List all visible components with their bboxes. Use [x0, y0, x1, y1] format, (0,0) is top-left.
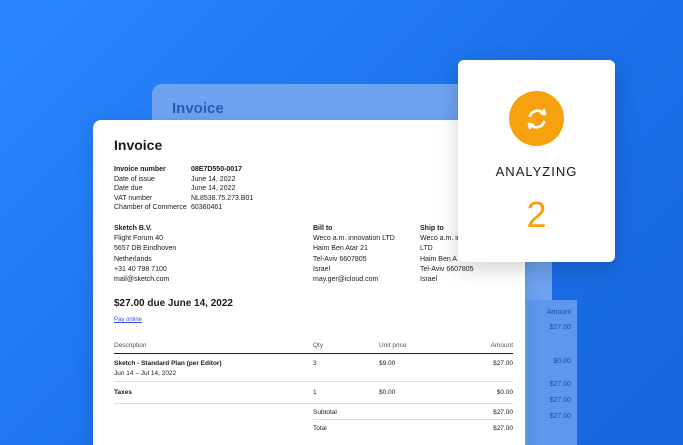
- meta-key: Date of issue: [114, 175, 155, 183]
- address-line: mail@sketch.com: [114, 276, 170, 284]
- meta-value: June 14, 2022: [191, 185, 236, 193]
- subtotal-label: Subtotal: [313, 409, 337, 416]
- analyzing-count: 2: [526, 194, 547, 235]
- item-amount: $0.00: [496, 389, 513, 396]
- meta-key: Chamber of Commerce: [114, 204, 187, 212]
- address-line: Tel-Aviv 6607805: [313, 255, 367, 263]
- refresh-icon: [509, 91, 564, 146]
- analyzing-card: ANALYZING 2: [458, 60, 615, 262]
- seller-address: Sketch B.V. Flight Forum 40 5657 DB Eind…: [114, 224, 176, 285]
- background-amount-column: Amount $27.00 $0.00 $27.00 $27.00 $27.00: [527, 300, 577, 445]
- pay-online-link[interactable]: Pay online: [114, 317, 142, 323]
- column-header: Qty: [313, 342, 324, 349]
- address-line: +31 40 798 7100: [114, 265, 167, 273]
- total-value: $27.00: [493, 425, 513, 432]
- item-period: Jun 14 – Jul 14, 2022: [114, 370, 177, 377]
- total-row: Total $27.00: [313, 420, 513, 436]
- meta-key: VAT number: [114, 194, 153, 202]
- meta-key: Date due: [114, 185, 143, 193]
- address-line: Haim Ben Atar 21: [313, 245, 368, 253]
- column-header: Unit price: [379, 342, 407, 349]
- subtotal-row: Subtotal $27.00: [313, 404, 513, 420]
- background-amount: $27.00: [549, 324, 571, 331]
- total-label: Total: [313, 425, 327, 432]
- address-line: 5657 DB Eindhoven: [114, 245, 177, 253]
- amount-due-heading: $27.00 due June 14, 2022: [114, 298, 233, 309]
- item-unit-price: $0.00: [379, 389, 396, 396]
- item-qty: 1: [313, 389, 317, 396]
- background-amount: $27.00: [549, 397, 571, 404]
- address-line: may.ger@icloud.com: [313, 276, 379, 284]
- analyzing-label: ANALYZING: [495, 164, 578, 179]
- address-line: Tel-Aviv 6607805: [420, 265, 474, 273]
- address-line: Flight Forum 40: [114, 235, 164, 243]
- item-amount: $27.00: [493, 360, 513, 367]
- address-line: Israel: [313, 265, 331, 273]
- column-header: Description: [114, 342, 147, 349]
- table-row: Sketch - Standard Plan (per Editor) Jun …: [114, 354, 513, 382]
- item-description: Sketch - Standard Plan (per Editor): [114, 360, 222, 367]
- table-header-row: Description Qty Unit price Amount: [114, 342, 513, 354]
- background-amount: $27.00: [549, 381, 571, 388]
- address-line: Weco a.m. innovation LTD: [313, 235, 395, 243]
- invoice-title: Invoice: [114, 137, 163, 153]
- bill-to-address: Bill to Weco a.m. innovation LTD Haim Be…: [313, 224, 395, 285]
- background-invoice-title: Invoice: [172, 100, 224, 117]
- seller-name: Sketch B.V.: [114, 225, 152, 232]
- column-header: Amount: [490, 342, 513, 349]
- meta-value: NL8538.75.273.B01: [191, 194, 254, 202]
- table-row: Taxes 1 $0.00 $0.00: [114, 382, 513, 404]
- meta-value: 08E7D550-0017: [191, 166, 242, 173]
- background-amount: $0.00: [553, 358, 571, 365]
- background-amount: $27.00: [549, 413, 571, 420]
- item-unit-price: $9.00: [379, 360, 396, 367]
- invoice-meta: Invoice number 08E7D550-0017 Date of issu…: [114, 165, 253, 213]
- line-items-table: Description Qty Unit price Amount Sketch…: [114, 342, 513, 436]
- background-amount-header: Amount: [546, 309, 571, 316]
- meta-value: June 14, 2022: [191, 175, 236, 183]
- item-description: Taxes: [114, 389, 132, 396]
- meta-value: 60360461: [191, 204, 223, 212]
- meta-key: Invoice number: [114, 166, 166, 173]
- address-line: Netherlands: [114, 255, 152, 263]
- bill-to-heading: Bill to: [313, 225, 333, 232]
- item-qty: 3: [313, 360, 317, 367]
- address-line: Israel: [420, 276, 438, 284]
- subtotal-value: $27.00: [493, 409, 513, 416]
